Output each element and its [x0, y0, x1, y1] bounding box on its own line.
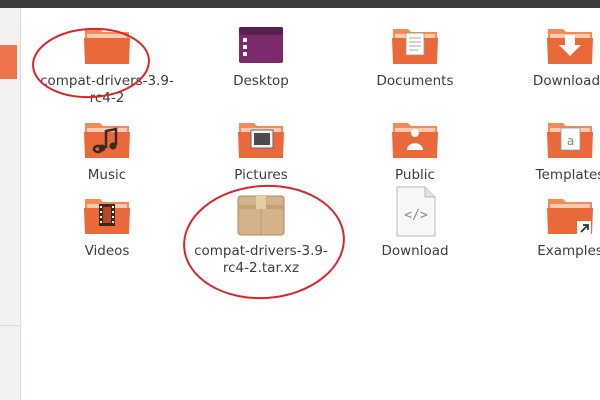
file-item-desktop[interactable]: Desktop	[191, 23, 331, 90]
file-item-pictures[interactable]: Pictures	[191, 117, 331, 184]
window-titlebar	[0, 0, 600, 8]
file-item-downloads[interactable]: Downloads	[500, 23, 600, 90]
sidebar-separator	[0, 325, 20, 326]
file-item-examples[interactable]: Examples	[500, 193, 600, 260]
file-label: Download	[381, 243, 449, 259]
pictures-folder-icon	[236, 117, 286, 161]
svg-text:a: a	[567, 134, 574, 148]
file-label: Templates	[535, 167, 600, 183]
highlight-circle-archive	[183, 184, 345, 300]
file-label: Examples	[537, 243, 600, 259]
file-item-download-html[interactable]: </> Download	[345, 186, 485, 260]
file-label: Documents	[376, 73, 454, 89]
file-label: Music	[87, 167, 127, 183]
places-sidebar	[0, 8, 21, 400]
videos-folder-icon	[82, 193, 132, 237]
file-item-music[interactable]: Music	[37, 117, 177, 184]
file-label: Public	[395, 167, 435, 183]
templates-folder-icon: a	[545, 117, 595, 161]
desktop-folder-icon	[236, 23, 286, 67]
sidebar-selected-item[interactable]	[0, 45, 17, 79]
file-label: Desktop	[233, 73, 289, 89]
file-item-documents[interactable]: Documents	[345, 23, 485, 90]
public-folder-icon	[390, 117, 440, 161]
html-file-icon: </>	[390, 186, 440, 237]
file-item-videos[interactable]: Videos	[37, 193, 177, 260]
documents-folder-icon	[390, 23, 440, 67]
highlight-circle-folder	[32, 27, 150, 99]
file-label: Downloads	[532, 73, 600, 89]
file-item-public[interactable]: Public	[345, 117, 485, 184]
downloads-folder-icon	[545, 23, 595, 67]
examples-link-icon	[545, 193, 595, 237]
file-item-templates[interactable]: a Templates	[500, 117, 600, 184]
svg-text:</>: </>	[404, 208, 428, 223]
file-label: Videos	[84, 243, 130, 259]
music-folder-icon	[82, 117, 132, 161]
